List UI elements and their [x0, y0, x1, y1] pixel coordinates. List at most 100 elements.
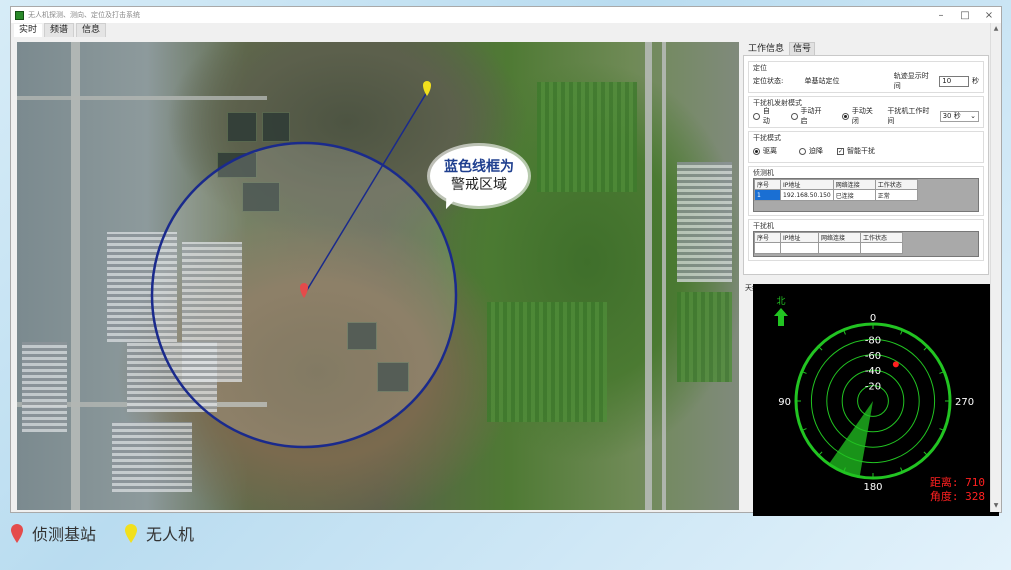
column-header: 工作状态 [860, 232, 903, 243]
detector-table: 序号 IP地址 网络连接 工作状态 1 192.168.50.150 已连接 正… [753, 178, 979, 212]
maximize-button[interactable]: □ [953, 7, 977, 23]
radio-icon [790, 112, 798, 120]
option-label: 迫降 [809, 147, 823, 155]
radio-icon [799, 147, 806, 155]
table-row[interactable] [754, 242, 903, 254]
north-arrow-icon [774, 308, 788, 326]
emission-auto-radio[interactable]: 自动 [753, 106, 777, 126]
radar-tick [818, 346, 823, 351]
smart-jam-checkbox[interactable]: ✓ 智能干扰 [837, 146, 875, 156]
app-icon [15, 10, 24, 20]
group-title: 定位 [753, 64, 767, 72]
option-label: 智能干扰 [847, 147, 875, 155]
cell-ip: 192.168.50.150 [780, 189, 834, 201]
radio-icon [753, 147, 760, 155]
radio-icon [753, 112, 760, 120]
cell-conn: 已连接 [832, 189, 876, 201]
title-bar: 无人机探测、测向、定位及打击系统 – □ × [11, 7, 1001, 23]
window-title: 无人机探测、测向、定位及打击系统 [28, 11, 140, 19]
jammer-table: 序号 IP地址 网络连接 工作状态 [753, 231, 979, 257]
emission-manual-on-radio[interactable]: 手动开启 [790, 106, 828, 126]
bearing-label-bottom: 180 [863, 482, 882, 493]
table-cell [860, 242, 903, 254]
jam-mode-land-radio[interactable]: 迫降 [799, 146, 823, 156]
scroll-down-icon[interactable]: ▼ [991, 500, 1001, 512]
jam-mode-drive-radio[interactable]: 驱离 [753, 146, 777, 156]
column-header: 工作状态 [874, 179, 918, 190]
map-pin-icon [125, 524, 138, 543]
bearing-label-right: 270 [955, 397, 974, 408]
column-header: IP地址 [780, 179, 834, 190]
radar-tick [818, 451, 823, 456]
radio-icon [841, 112, 849, 120]
angle-readout: 角度: 328 [930, 489, 985, 503]
menu-bar: 实时 频谱 信息 [11, 23, 1001, 37]
group-title: 侦测机 [753, 169, 774, 177]
positioning-group: 定位 定位状态: 单基站定位 轨迹显示时间 10 秒 [748, 61, 984, 93]
scroll-up-icon[interactable]: ▲ [991, 23, 1001, 35]
table-cell [780, 242, 819, 254]
option-label: 驱离 [763, 147, 777, 155]
option-label: 手动关闭 [851, 107, 873, 125]
column-header: 序号 [754, 232, 781, 243]
drone-marker[interactable] [423, 81, 431, 96]
legend-label: 无人机 [146, 525, 195, 544]
option-label: 自动 [762, 107, 770, 125]
bearing-label-left: 90 [778, 397, 791, 408]
radar-svg: 北 0 -80 -60 -40 -20 270 90 180 距离: 710 角… [774, 296, 985, 503]
target-sector [828, 401, 873, 477]
distance-readout: 距离: 710 [930, 475, 985, 489]
work-time-label: 干扰机工作时间 [887, 107, 930, 125]
option-label: 手动开启 [800, 107, 822, 125]
column-header: 序号 [754, 179, 781, 190]
antenna-radar: 北 0 -80 -60 -40 -20 270 90 180 距离: 710 角… [753, 284, 999, 516]
work-time-select[interactable]: 30 秒 ⌄ [939, 110, 979, 122]
jam-mode-group: 干扰模式 驱离 迫降 ✓ 智能干扰 [748, 131, 984, 163]
north-label: 北 [776, 296, 785, 307]
track-time-input[interactable]: 10 [939, 75, 969, 87]
callout-line-2: 警戒区域 [451, 177, 507, 193]
map-legend: 侦测基站 无人机 [10, 519, 194, 547]
info-tabs: 工作信息 信号 [743, 42, 989, 55]
legend-item-drone: 无人机 [124, 521, 194, 545]
map-overlay [150, 81, 458, 449]
table-cell [818, 242, 861, 254]
close-button[interactable]: × [977, 7, 1001, 23]
column-header: IP地址 [780, 232, 819, 243]
menu-info[interactable]: 信息 [76, 23, 107, 37]
checkbox-icon: ✓ [837, 147, 844, 155]
map-pin-icon [11, 524, 23, 543]
legend-label: 侦测基站 [32, 525, 97, 544]
cell-status: 正常 [874, 189, 918, 201]
column-header: 网络连接 [818, 232, 861, 243]
track-time-unit: 秒 [972, 77, 979, 85]
tab-signal[interactable]: 信号 [789, 42, 816, 55]
radar-tick [923, 346, 928, 351]
target-dot [892, 361, 899, 368]
menu-realtime[interactable]: 实时 [14, 24, 43, 37]
detector-group: 侦测机 序号 IP地址 网络连接 工作状态 1 192.168.50.150 已… [748, 166, 984, 216]
minimize-button[interactable]: – [929, 7, 953, 23]
vertical-scrollbar[interactable]: ▲ ▼ [990, 23, 1001, 512]
table-row[interactable]: 1 192.168.50.150 已连接 正常 [754, 189, 918, 201]
cell-index: 1 [754, 189, 781, 201]
group-title: 干扰机 [753, 222, 774, 230]
callout-line-1: 蓝色线框为 [444, 159, 514, 175]
window-controls: – □ × [929, 7, 1001, 23]
chevron-down-icon: ⌄ [970, 111, 976, 120]
ring-label: -80 [865, 335, 881, 346]
select-value: 30 秒 [942, 111, 961, 120]
table-cell [754, 242, 781, 254]
track-time-label: 轨迹显示时间 [893, 72, 929, 90]
radar-tick [923, 451, 928, 456]
work-info-panel: 定位 定位状态: 单基站定位 轨迹显示时间 10 秒 干扰机发射模式 自动 手动… [743, 55, 989, 275]
menu-spectrum[interactable]: 频谱 [44, 23, 75, 37]
legend-item-station: 侦测基站 [10, 521, 96, 545]
jammer-emission-group: 干扰机发射模式 自动 手动开启 手动关闭 干扰机工作时间 30 秒 ⌄ [748, 96, 984, 128]
tab-work-info[interactable]: 工作信息 [745, 43, 788, 55]
ring-label: 0 [870, 313, 876, 324]
callout-bubble: 蓝色线框为 警戒区域 [430, 146, 528, 206]
emission-manual-off-radio[interactable]: 手动关闭 [841, 106, 879, 126]
ring-label: -60 [865, 351, 881, 362]
satellite-map[interactable]: 蓝色线框为 警戒区域 [17, 42, 739, 510]
